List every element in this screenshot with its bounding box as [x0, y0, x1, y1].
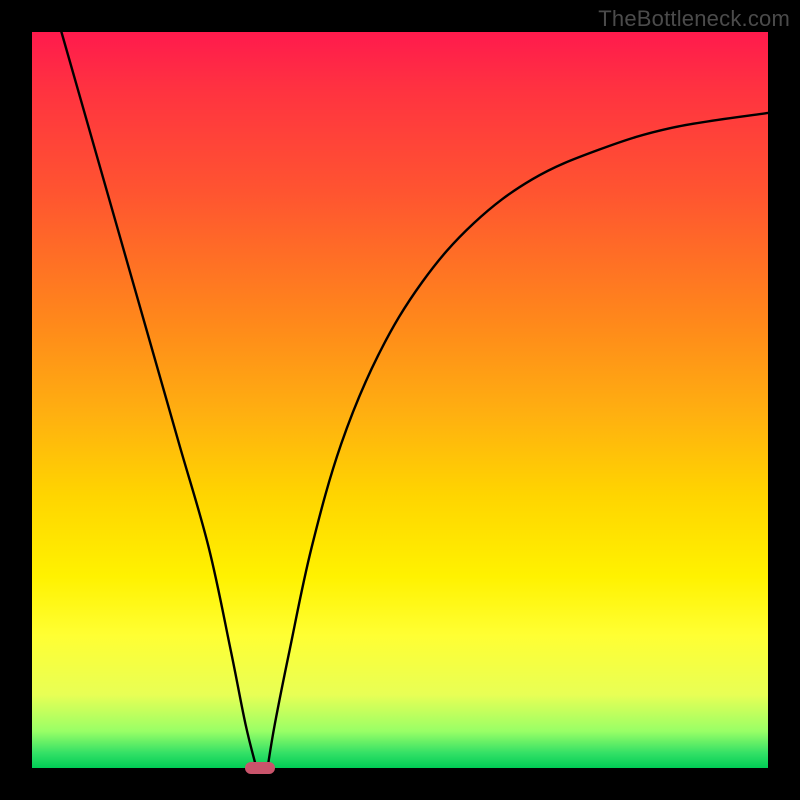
- plot-area: [32, 32, 768, 768]
- curve-layer: [32, 32, 768, 768]
- minimum-marker: [245, 762, 275, 774]
- watermark-text: TheBottleneck.com: [598, 6, 790, 32]
- curve-left-branch: [61, 32, 256, 768]
- curve-right-branch: [268, 113, 768, 768]
- chart-frame: TheBottleneck.com: [0, 0, 800, 800]
